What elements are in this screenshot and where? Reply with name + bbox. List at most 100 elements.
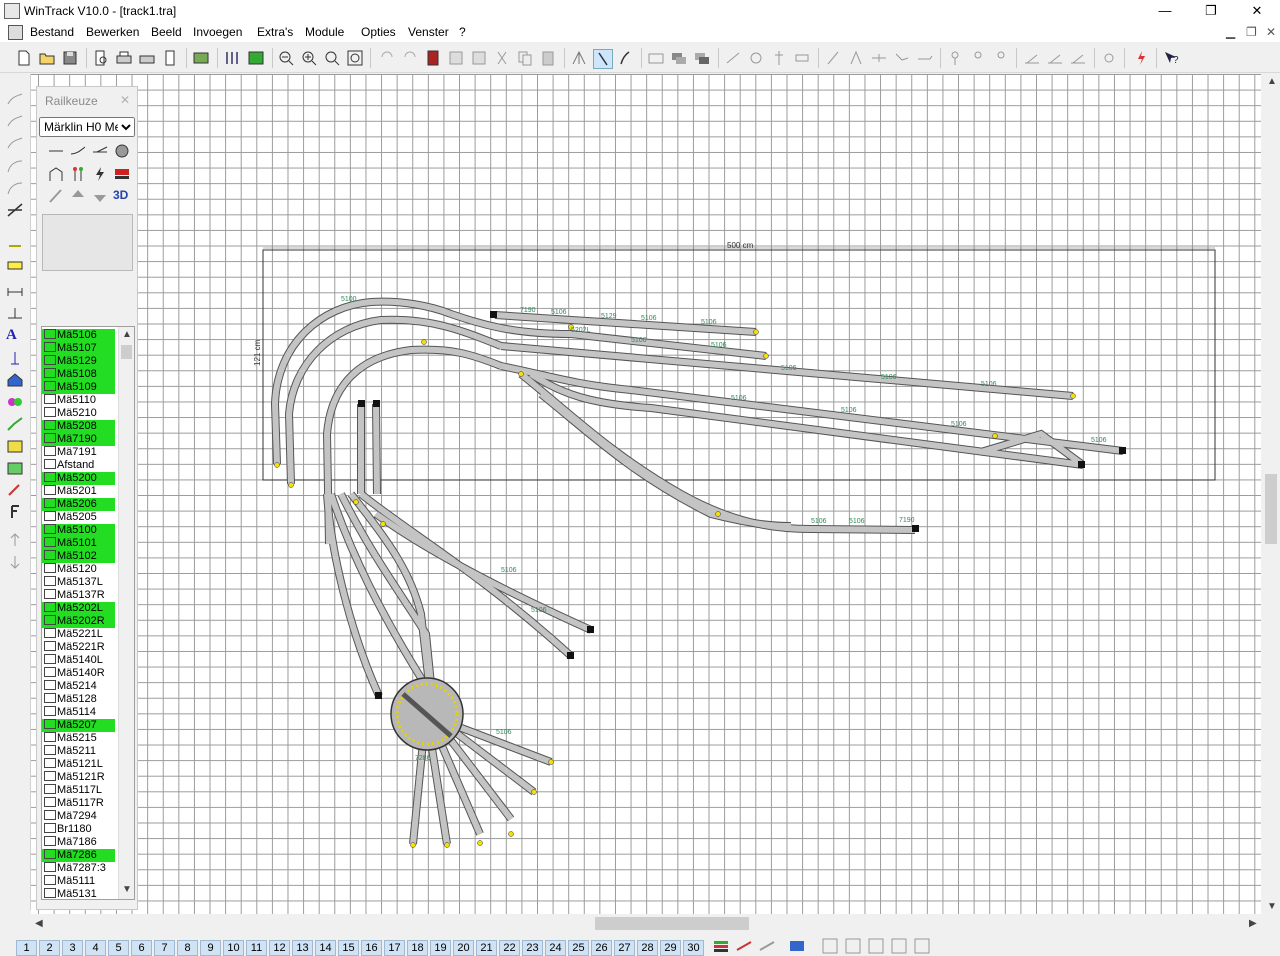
vscroll-down-icon[interactable]: ▼ (1267, 901, 1277, 912)
view-3-icon[interactable] (868, 938, 884, 954)
up-icon[interactable] (6, 532, 24, 548)
open-folder-icon[interactable] (38, 49, 56, 67)
part-list-item[interactable]: Mä5206 (42, 498, 115, 511)
view-1-icon[interactable] (822, 938, 838, 954)
part-list-item[interactable]: Mä5110 (42, 394, 115, 407)
part-list-item[interactable]: Mä5208 (42, 420, 115, 433)
scenery-icon[interactable] (6, 394, 24, 410)
brush-icon[interactable] (47, 187, 65, 205)
part-list-item[interactable]: Mä5131 (42, 888, 115, 899)
minimize-button[interactable]: — (1142, 0, 1188, 22)
part-list-item[interactable]: Mä7190 (42, 433, 115, 446)
switch-tool-icon[interactable] (570, 49, 588, 67)
part-list-item[interactable]: Mä7186 (42, 836, 115, 849)
new-file-icon[interactable] (15, 49, 33, 67)
mdi-close-icon[interactable]: ✕ (1266, 25, 1276, 39)
menu-bestand[interactable]: Bestand (30, 25, 74, 39)
buffer-stop-5[interactable] (587, 626, 594, 633)
cut-icon[interactable] (493, 49, 511, 67)
power-feed-icon[interactable] (91, 165, 109, 183)
print-preview-icon[interactable] (92, 49, 110, 67)
menu-module[interactable]: Module (305, 25, 344, 39)
mdi-minimize-icon[interactable]: ▁ (1226, 25, 1235, 39)
layer-edit-icon[interactable] (735, 938, 753, 954)
hscroll-left-icon[interactable]: ◀ (35, 918, 43, 929)
save-icon[interactable] (61, 49, 79, 67)
buffer-stop-9[interactable] (375, 692, 382, 699)
layer-icon[interactable] (470, 49, 488, 67)
signal-icon[interactable] (770, 49, 788, 67)
bridge-icon[interactable] (113, 165, 131, 183)
layer-hide-icon[interactable] (758, 938, 776, 954)
undo-icon[interactable] (378, 49, 396, 67)
track-plan[interactable]: 500 cm 121 cm 7286 7190 5106 5106 5106 5… (31, 74, 1261, 914)
station-building-icon[interactable] (47, 165, 65, 183)
part-list-item[interactable]: Afstand (42, 459, 115, 472)
text-tool-icon[interactable]: A (6, 327, 24, 343)
part-list-item[interactable]: Mä5205 (42, 511, 115, 524)
part-list-item[interactable]: Mä5137R (42, 589, 115, 602)
part-list-item[interactable]: Mä5202R (42, 615, 115, 628)
settings-icon[interactable] (1100, 49, 1118, 67)
part-list-item[interactable]: Mä5108 (42, 368, 115, 381)
building-icon[interactable] (6, 372, 24, 388)
part-list-item[interactable]: Mä5211 (42, 745, 115, 758)
redo-icon[interactable] (401, 49, 419, 67)
measure-icon[interactable] (724, 49, 742, 67)
horizontal-scrollbar[interactable]: ◀ ▶ (31, 914, 1262, 934)
part-list-item[interactable]: Mä7286 (42, 849, 115, 862)
down-icon[interactable] (6, 554, 24, 570)
electric-icon[interactable] (1132, 49, 1150, 67)
flex-track-icon[interactable] (6, 92, 24, 108)
part-list-item[interactable]: Mä5128 (42, 693, 115, 706)
flex-track-2-icon[interactable] (6, 114, 24, 130)
part-list-item[interactable]: Mä5117R (42, 797, 115, 810)
part-list-item[interactable]: Mä5221L (42, 628, 115, 641)
menu-opties[interactable]: Opties (361, 25, 396, 39)
height-icon[interactable] (946, 49, 964, 67)
part-list-item[interactable]: Mä5107 (42, 342, 115, 355)
part-list-item[interactable]: Mä5140R (42, 667, 115, 680)
part-list-item[interactable]: Mä5101 (42, 537, 115, 550)
paste-icon[interactable] (539, 49, 557, 67)
print-icon[interactable] (115, 49, 133, 67)
part-list-item[interactable]: Mä5207 (42, 719, 115, 732)
track-c-icon[interactable] (870, 49, 888, 67)
zoom-out-icon[interactable] (277, 49, 295, 67)
vertical-scrollbar[interactable]: ▲ ▼ (1262, 74, 1280, 914)
part-list-item[interactable]: Mä5137L (42, 576, 115, 589)
curve-tool-icon[interactable] (6, 158, 24, 174)
panel-close-icon[interactable]: ✕ (117, 93, 133, 109)
view-4-icon[interactable] (891, 938, 907, 954)
track-d-icon[interactable] (893, 49, 911, 67)
part-list-item[interactable]: Mä5221R (42, 641, 115, 654)
part-list[interactable]: Mä5106 Mä5107 Mä5129 Mä5108 Mä5109 Mä5110 Mä52… (41, 326, 135, 900)
print-setup-icon[interactable] (138, 49, 156, 67)
part-list-item[interactable]: Mä5202L (42, 602, 115, 615)
grid-icon[interactable] (447, 49, 465, 67)
height-edit-icon[interactable] (992, 49, 1010, 67)
font-icon[interactable] (6, 504, 24, 520)
connect-tool-icon[interactable] (593, 49, 613, 69)
track-b-icon[interactable] (847, 49, 865, 67)
slope-c-icon[interactable] (1069, 49, 1087, 67)
turnout-icon[interactable] (91, 142, 109, 160)
drawing-canvas[interactable]: 500 cm 121 cm 7286 7190 5106 5106 5106 5… (31, 74, 1261, 914)
cross-tool-icon[interactable] (6, 202, 24, 218)
platform-icon[interactable] (6, 256, 24, 272)
paint-icon[interactable] (6, 482, 24, 498)
track-a-icon[interactable] (824, 49, 842, 67)
curve-track-icon[interactable] (69, 142, 87, 160)
flex-track-3-icon[interactable] (6, 136, 24, 152)
hscroll-right-icon[interactable]: ▶ (1249, 918, 1257, 929)
brand-select[interactable]: Märklin H0 Met. (39, 117, 135, 137)
part-list-item[interactable]: Mä5121L (42, 758, 115, 771)
track-e-icon[interactable] (916, 49, 934, 67)
graph-icon[interactable] (6, 460, 24, 476)
height-marker-icon[interactable] (6, 350, 24, 366)
lower-icon[interactable] (91, 187, 109, 205)
part-list-item[interactable]: Mä5140L (42, 654, 115, 667)
track-view-icon[interactable] (224, 49, 242, 67)
menu-venster[interactable]: Venster (408, 25, 449, 39)
library-icon[interactable] (192, 49, 210, 67)
